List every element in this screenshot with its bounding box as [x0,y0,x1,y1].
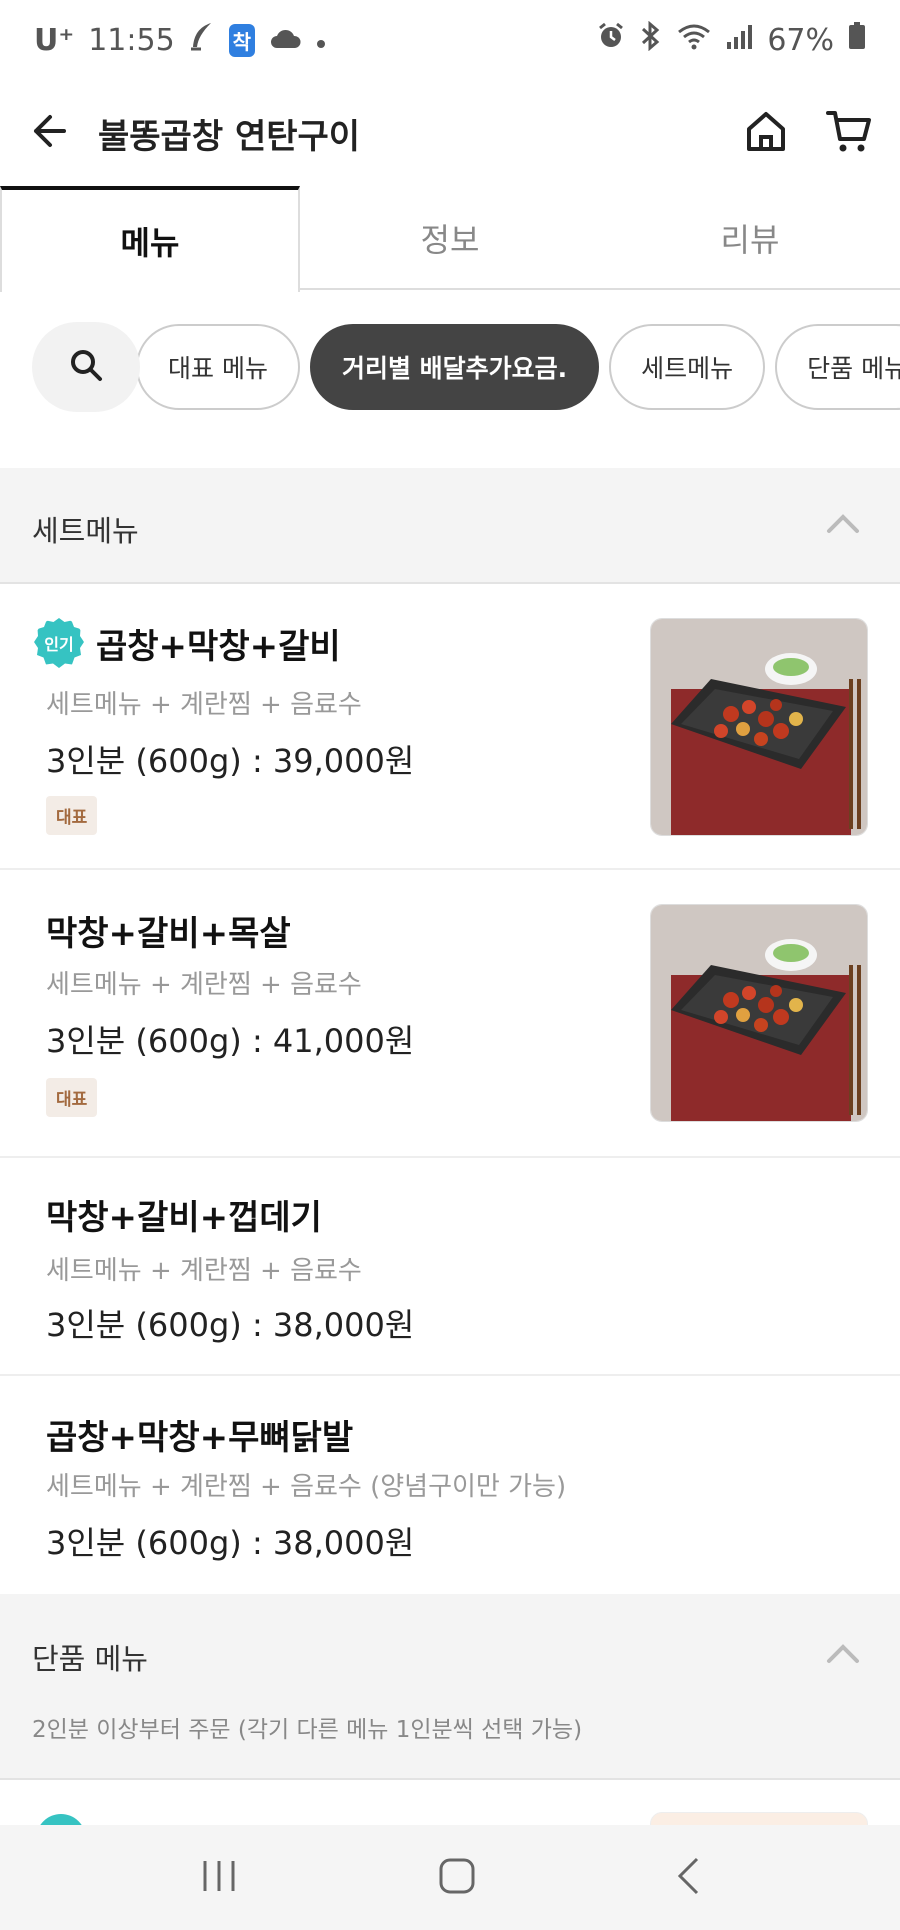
menu-item-description: 세트메뉴 + 계란찜 + 음료수 [46,690,362,720]
tab-info[interactable]: 정보 [300,186,600,290]
home-button-icon[interactable] [438,1857,476,1899]
cloud-icon [269,23,301,58]
menu-item[interactable]: 막창+갈비+목살 세트메뉴 + 계란찜 + 음료수 3인분 (600g) : 4… [0,870,900,1158]
menu-item-description: 세트메뉴 + 계란찜 + 음료수 [46,970,362,1000]
category-chips: 대표 메뉴 거리별 배달추가요금. 세트메뉴 단품 메뉴 [0,318,900,418]
menu-item-price: 3인분 (600g) : 38,000원 [46,1524,415,1562]
chip-delivery-fee[interactable]: 거리별 배달추가요금. [309,324,600,410]
chevron-up-icon[interactable] [826,1642,860,1668]
menu-item-photo [650,904,868,1122]
home-icon[interactable] [744,109,788,157]
clock: 11:55 [88,22,175,58]
menu-item-description: 세트메뉴 + 계란찜 + 음료수 [46,1256,362,1286]
page-title: 불똥곱창 연탄구이 [98,116,361,157]
app-header: 불똥곱창 연탄구이 [0,80,900,186]
section-title: 세트메뉴 [32,514,139,548]
signal-icon [725,23,753,58]
menu-item-name: 막창+갈비+목살 [46,914,291,954]
menu-item-partial[interactable] [0,1780,900,1825]
chip-signature-menu[interactable]: 대표 메뉴 [136,324,300,410]
quill-icon [189,21,215,59]
tab-review[interactable]: 리뷰 [600,186,900,290]
menu-item[interactable]: 곱창+막창+무뼈닭발 세트메뉴 + 계란찜 + 음료수 (양념구이만 가능) 3… [0,1376,900,1594]
menu-item-name: 곱창+막창+갈비 [96,626,341,667]
menu-item[interactable]: 인기 곱창+막창+갈비 세트메뉴 + 계란찜 + 음료수 3인분 (600g) … [0,584,900,870]
section-title: 단품 메뉴 [32,1642,148,1676]
menu-item-photo [650,618,868,836]
status-bar: U⁺ 11:55 착 67% [0,0,900,80]
battery-level: 67% [767,22,834,58]
alarm-icon [597,22,625,58]
back-button-icon[interactable] [675,1856,701,1900]
search-icon [69,348,103,386]
menu-item[interactable]: 막창+갈비+껍데기 세트메뉴 + 계란찜 + 음료수 3인분 (600g) : … [0,1158,900,1376]
chevron-up-icon[interactable] [826,512,860,538]
carrier-label: U⁺ [34,22,75,58]
menu-item-name: 곱창+막창+무뼈닭발 [46,1418,354,1458]
popular-badge-partial [36,1814,86,1825]
menu-item-price: 3인분 (600g) : 38,000원 [46,1306,415,1344]
tab-bar: 메뉴 정보 리뷰 [0,186,900,292]
chak-app-icon: 착 [228,23,256,57]
menu-item-photo-partial [650,1812,868,1825]
signature-tag: 대표 [46,796,98,835]
menu-item-name: 막창+갈비+껍데기 [46,1198,322,1238]
chip-single-menu[interactable]: 단품 메뉴 [775,324,900,410]
menu-search-button[interactable] [32,322,140,412]
dot-icon [315,23,327,58]
recent-apps-icon[interactable] [199,1858,239,1898]
back-arrow-icon[interactable] [28,111,68,155]
cart-icon[interactable] [826,109,872,157]
section-header-set[interactable]: 세트메뉴 [0,468,900,584]
menu-item-price: 3인분 (600g) : 41,000원 [46,1022,415,1060]
battery-icon [848,22,866,58]
menu-item-price: 3인분 (600g) : 39,000원 [46,742,415,780]
tab-menu[interactable]: 메뉴 [0,186,300,292]
wifi-icon [677,22,711,58]
section-header-single[interactable]: 단품 메뉴 2인분 이상부터 주문 (각기 다른 메뉴 1인분씩 선택 가능) [0,1594,900,1780]
chip-set-menu[interactable]: 세트메뉴 [609,324,766,410]
system-nav-bar [0,1825,900,1930]
section-description: 2인분 이상부터 주문 (각기 다른 메뉴 1인분씩 선택 가능) [32,1717,583,1743]
signature-tag: 대표 [46,1078,98,1117]
bluetooth-icon [639,20,663,59]
popular-badge: 인기 [34,618,84,668]
menu-item-description: 세트메뉴 + 계란찜 + 음료수 (양념구이만 가능) [46,1472,567,1502]
